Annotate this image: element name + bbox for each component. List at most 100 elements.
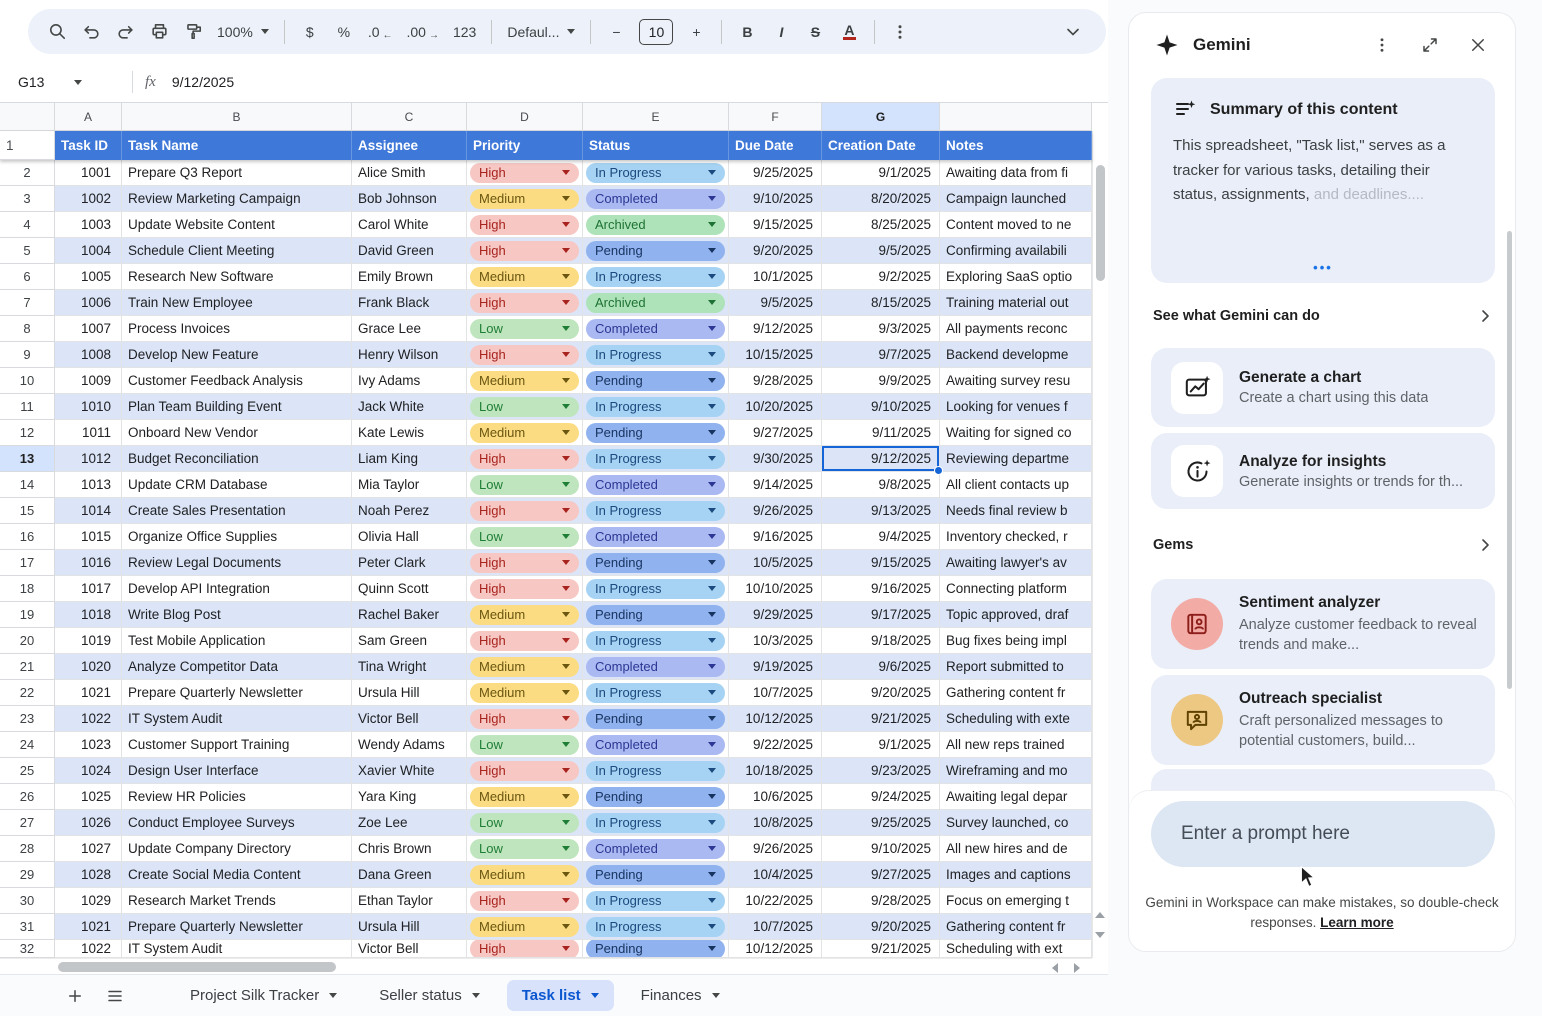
cell-status[interactable]: Completed — [583, 732, 729, 758]
cell-due-date[interactable]: 10/22/2025 — [729, 888, 822, 914]
row-number-31[interactable]: 31 — [0, 914, 55, 940]
cell-assignee[interactable]: Bob Johnson — [352, 186, 467, 212]
cell-priority[interactable]: Medium — [467, 784, 583, 810]
cell-task-id[interactable]: 1029 — [55, 888, 122, 914]
cell-assignee[interactable]: Victor Bell — [352, 706, 467, 732]
cell-notes[interactable]: Content moved to ne — [940, 212, 1092, 238]
priority-pill[interactable]: Medium — [470, 605, 579, 625]
column-header-notes[interactable] — [940, 103, 1092, 131]
sentiment-analyzer-card[interactable]: Sentiment analyzer Analyze customer feed… — [1151, 579, 1495, 669]
status-pill[interactable]: In Progress — [586, 683, 725, 703]
cell-task-id[interactable]: 1008 — [55, 342, 122, 368]
status-pill[interactable]: Pending — [586, 605, 725, 625]
cell-assignee[interactable]: Frank Black — [352, 290, 467, 316]
cell-task-name[interactable]: Develop API Integration — [122, 576, 352, 602]
cell-notes[interactable]: Awaiting lawyer's av — [940, 550, 1092, 576]
cell-priority[interactable]: Low — [467, 394, 583, 420]
row-number-19[interactable]: 19 — [0, 602, 55, 628]
cell-creation-date[interactable]: 9/16/2025 — [822, 576, 940, 602]
cell-assignee[interactable]: Liam King — [352, 446, 467, 472]
sheet-tab-project-silk-tracker[interactable]: Project Silk Tracker — [175, 980, 352, 1011]
cell-notes[interactable]: All new hires and de — [940, 836, 1092, 862]
cell-priority[interactable]: High — [467, 550, 583, 576]
cell-notes[interactable]: Focus on emerging t — [940, 888, 1092, 914]
cell-priority[interactable]: High — [467, 160, 583, 186]
cell-priority[interactable]: High — [467, 290, 583, 316]
cell-creation-date[interactable]: 9/3/2025 — [822, 316, 940, 342]
cell-due-date[interactable]: 9/12/2025 — [729, 316, 822, 342]
cell-due-date[interactable]: 9/27/2025 — [729, 420, 822, 446]
cell-task-name[interactable]: Review Marketing Campaign — [122, 186, 352, 212]
cell-creation-date[interactable]: 9/8/2025 — [822, 472, 940, 498]
cell-creation-date[interactable]: 9/18/2025 — [822, 628, 940, 654]
cell-status[interactable]: In Progress — [583, 446, 729, 472]
priority-pill[interactable]: High — [470, 449, 579, 469]
cell-notes[interactable]: Gathering content fr — [940, 914, 1092, 940]
cell-creation-date[interactable]: 9/24/2025 — [822, 784, 940, 810]
cell-due-date[interactable]: 9/26/2025 — [729, 498, 822, 524]
scroll-up-icon[interactable] — [1095, 912, 1105, 918]
cell-priority[interactable]: High — [467, 888, 583, 914]
cell-task-id[interactable]: 1012 — [55, 446, 122, 472]
priority-pill[interactable]: High — [470, 345, 579, 365]
cell-creation-date[interactable]: 9/9/2025 — [822, 368, 940, 394]
cell-task-name[interactable]: Train New Employee — [122, 290, 352, 316]
cell-task-id[interactable]: 1024 — [55, 758, 122, 784]
cell-task-id[interactable]: 1001 — [55, 160, 122, 186]
status-pill[interactable]: In Progress — [586, 917, 725, 937]
cell-due-date[interactable]: 9/30/2025 — [729, 446, 822, 472]
priority-pill[interactable]: Medium — [470, 865, 579, 885]
cell-task-name[interactable]: Onboard New Vendor — [122, 420, 352, 446]
cell-assignee[interactable]: Xavier White — [352, 758, 467, 784]
cell-task-id[interactable]: 1022 — [55, 940, 122, 958]
cell-notes[interactable]: Awaiting survey resu — [940, 368, 1092, 394]
format-percent-button[interactable]: % — [329, 17, 359, 47]
cell-assignee[interactable]: Sam Green — [352, 628, 467, 654]
cell-status[interactable]: Archived — [583, 290, 729, 316]
cell-notes[interactable]: Topic approved, draf — [940, 602, 1092, 628]
priority-pill[interactable]: High — [470, 940, 579, 958]
cell-assignee[interactable]: Victor Bell — [352, 940, 467, 958]
cell-priority[interactable]: Medium — [467, 914, 583, 940]
cell-notes[interactable]: All client contacts up — [940, 472, 1092, 498]
status-pill[interactable]: In Progress — [586, 761, 725, 781]
cell-creation-date[interactable]: 9/6/2025 — [822, 654, 940, 680]
cell-task-id[interactable]: 1005 — [55, 264, 122, 290]
cell-task-name[interactable]: Schedule Client Meeting — [122, 238, 352, 264]
cell-due-date[interactable]: 10/7/2025 — [729, 680, 822, 706]
cell-due-date[interactable]: 9/22/2025 — [729, 732, 822, 758]
cell-notes[interactable]: All payments reconc — [940, 316, 1092, 342]
column-header-E[interactable]: E — [583, 103, 729, 131]
cell-due-date[interactable]: 10/5/2025 — [729, 550, 822, 576]
cell-due-date[interactable]: 9/10/2025 — [729, 186, 822, 212]
cell-priority[interactable]: Low — [467, 836, 583, 862]
cell-assignee[interactable]: Alice Smith — [352, 160, 467, 186]
cell-task-name[interactable]: Update Website Content — [122, 212, 352, 238]
cell-task-id[interactable]: 1015 — [55, 524, 122, 550]
cell-due-date[interactable]: 9/15/2025 — [729, 212, 822, 238]
priority-pill[interactable]: High — [470, 163, 579, 183]
status-pill[interactable]: In Progress — [586, 501, 725, 521]
sheet-tab-seller-status[interactable]: Seller status — [364, 980, 495, 1011]
priority-pill[interactable]: High — [470, 553, 579, 573]
cell-due-date[interactable]: 10/20/2025 — [729, 394, 822, 420]
cell-priority[interactable]: Medium — [467, 264, 583, 290]
scroll-down-icon[interactable] — [1095, 932, 1105, 938]
column-header-A[interactable]: A — [55, 103, 122, 131]
redo-button[interactable] — [110, 17, 140, 47]
status-pill[interactable]: Pending — [586, 371, 725, 391]
cell-assignee[interactable]: Chris Brown — [352, 836, 467, 862]
column-header-D[interactable]: D — [467, 103, 583, 131]
cell-task-name[interactable]: Update CRM Database — [122, 472, 352, 498]
priority-pill[interactable]: High — [470, 215, 579, 235]
cell-notes[interactable]: Awaiting legal depar — [940, 784, 1092, 810]
cell-status[interactable]: Completed — [583, 524, 729, 550]
cell-status[interactable]: Completed — [583, 654, 729, 680]
cell-due-date[interactable]: 9/25/2025 — [729, 160, 822, 186]
priority-pill[interactable]: High — [470, 761, 579, 781]
priority-pill[interactable]: High — [470, 579, 579, 599]
status-pill[interactable]: In Progress — [586, 345, 725, 365]
decrease-font-size-button[interactable]: − — [601, 17, 631, 47]
cell-task-id[interactable]: 1020 — [55, 654, 122, 680]
status-pill[interactable]: In Progress — [586, 163, 725, 183]
